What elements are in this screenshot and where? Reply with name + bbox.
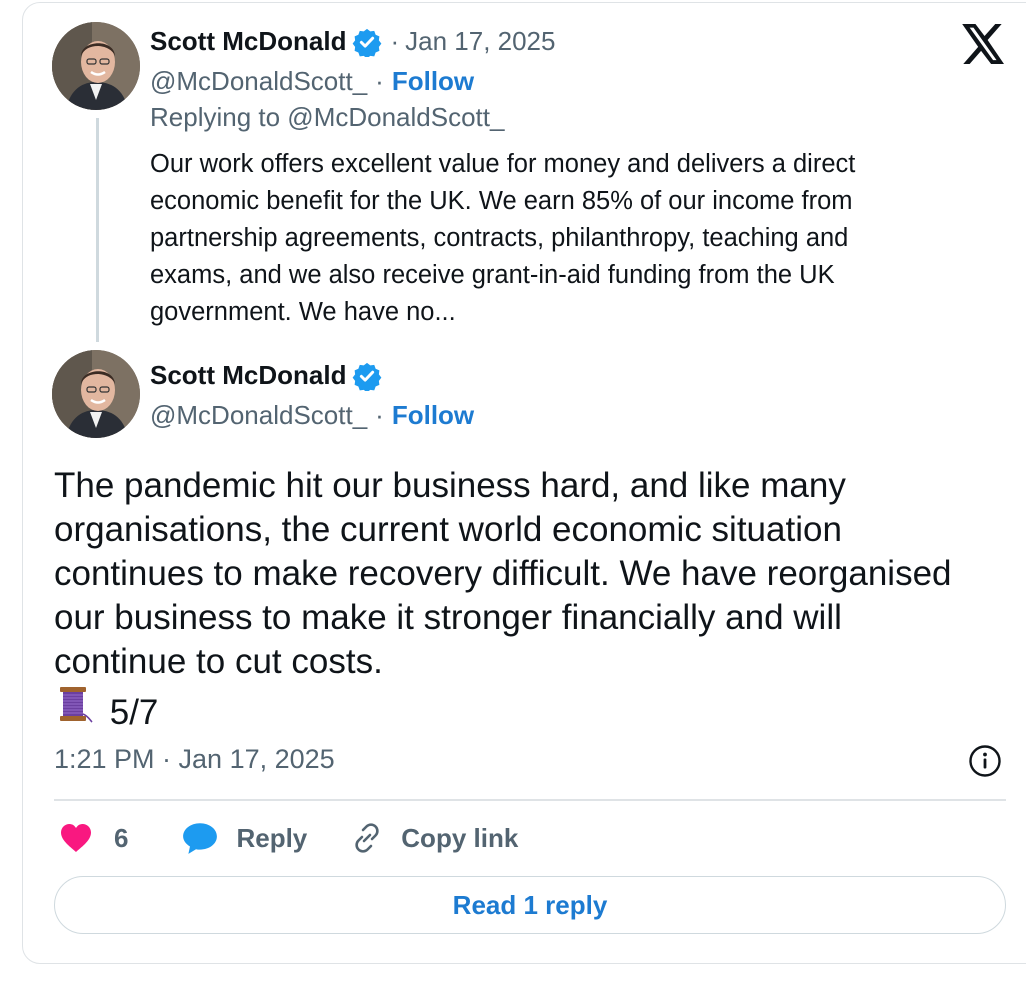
- verified-badge-icon: [353, 28, 382, 57]
- main-handle-row: @McDonaldScott_ · Follow: [150, 400, 474, 431]
- text-line: partnership agreements, contracts, phila…: [150, 224, 849, 252]
- thread-connector-line: [96, 118, 99, 342]
- thread-counter-row: 5/7: [54, 684, 1004, 735]
- copy-link-button[interactable]: Copy link: [349, 820, 518, 856]
- text-line: government. We have no...: [150, 298, 456, 326]
- avatar[interactable]: [52, 22, 140, 110]
- action-bar: 6 Reply Copy link: [58, 818, 560, 858]
- text-line: continues to make recovery difficult. We…: [54, 554, 952, 593]
- avatar[interactable]: [52, 350, 140, 438]
- post-timestamp[interactable]: 1:21 PM · Jan 17, 2025: [54, 744, 335, 775]
- divider: [54, 799, 1006, 801]
- text-line: our business to make it stronger financi…: [54, 598, 842, 637]
- quoted-post-text[interactable]: Our work offers excellent value for mone…: [150, 146, 950, 331]
- verified-badge-icon: [353, 362, 382, 391]
- author-handle[interactable]: @McDonaldScott_: [150, 400, 367, 431]
- text-line: The pandemic hit our business hard, and …: [54, 466, 846, 505]
- follow-button[interactable]: Follow: [392, 66, 474, 97]
- reply-label: Reply: [236, 822, 308, 853]
- author-name[interactable]: Scott McDonald: [150, 26, 346, 57]
- x-logo-icon[interactable]: [962, 24, 1006, 64]
- post-date[interactable]: Jan 17, 2025: [405, 26, 555, 57]
- text-line: economic benefit for the UK. We earn 85%…: [150, 187, 853, 215]
- text-line: continue to cut costs.: [54, 642, 383, 681]
- quoted-author-row: Scott McDonald · Jan 17, 2025: [150, 26, 555, 57]
- follow-button[interactable]: Follow: [392, 400, 474, 431]
- like-button[interactable]: 6: [58, 820, 128, 856]
- handle-separator: ·: [375, 66, 384, 96]
- text-line: organisations, the current world economi…: [54, 510, 842, 549]
- post-separator: ·: [390, 26, 400, 56]
- read-replies-button[interactable]: Read 1 reply: [54, 876, 1006, 934]
- like-count: 6: [114, 822, 129, 853]
- copy-link-label: Copy link: [401, 822, 519, 853]
- info-icon[interactable]: [968, 744, 1002, 778]
- handle-separator: ·: [375, 400, 384, 430]
- author-handle[interactable]: @McDonaldScott_: [150, 66, 367, 97]
- text-line: Our work offers excellent value for mone…: [150, 150, 856, 178]
- replying-to-label[interactable]: Replying to @McDonaldScott_: [150, 102, 504, 133]
- reply-button[interactable]: Reply: [180, 819, 307, 857]
- author-name[interactable]: Scott McDonald: [150, 360, 346, 391]
- quoted-handle-row: @McDonaldScott_ · Follow: [150, 66, 474, 97]
- main-author-row: Scott McDonald: [150, 360, 382, 391]
- main-post-text[interactable]: The pandemic hit our business hard, and …: [54, 464, 1004, 735]
- thread-counter: 5/7: [109, 693, 159, 732]
- thread-spool-icon: [60, 687, 93, 723]
- reply-bubble-icon: [183, 823, 218, 854]
- text-line: exams, and we also receive grant-in-aid …: [150, 261, 835, 289]
- heart-icon: [61, 824, 91, 852]
- link-icon: [355, 823, 379, 853]
